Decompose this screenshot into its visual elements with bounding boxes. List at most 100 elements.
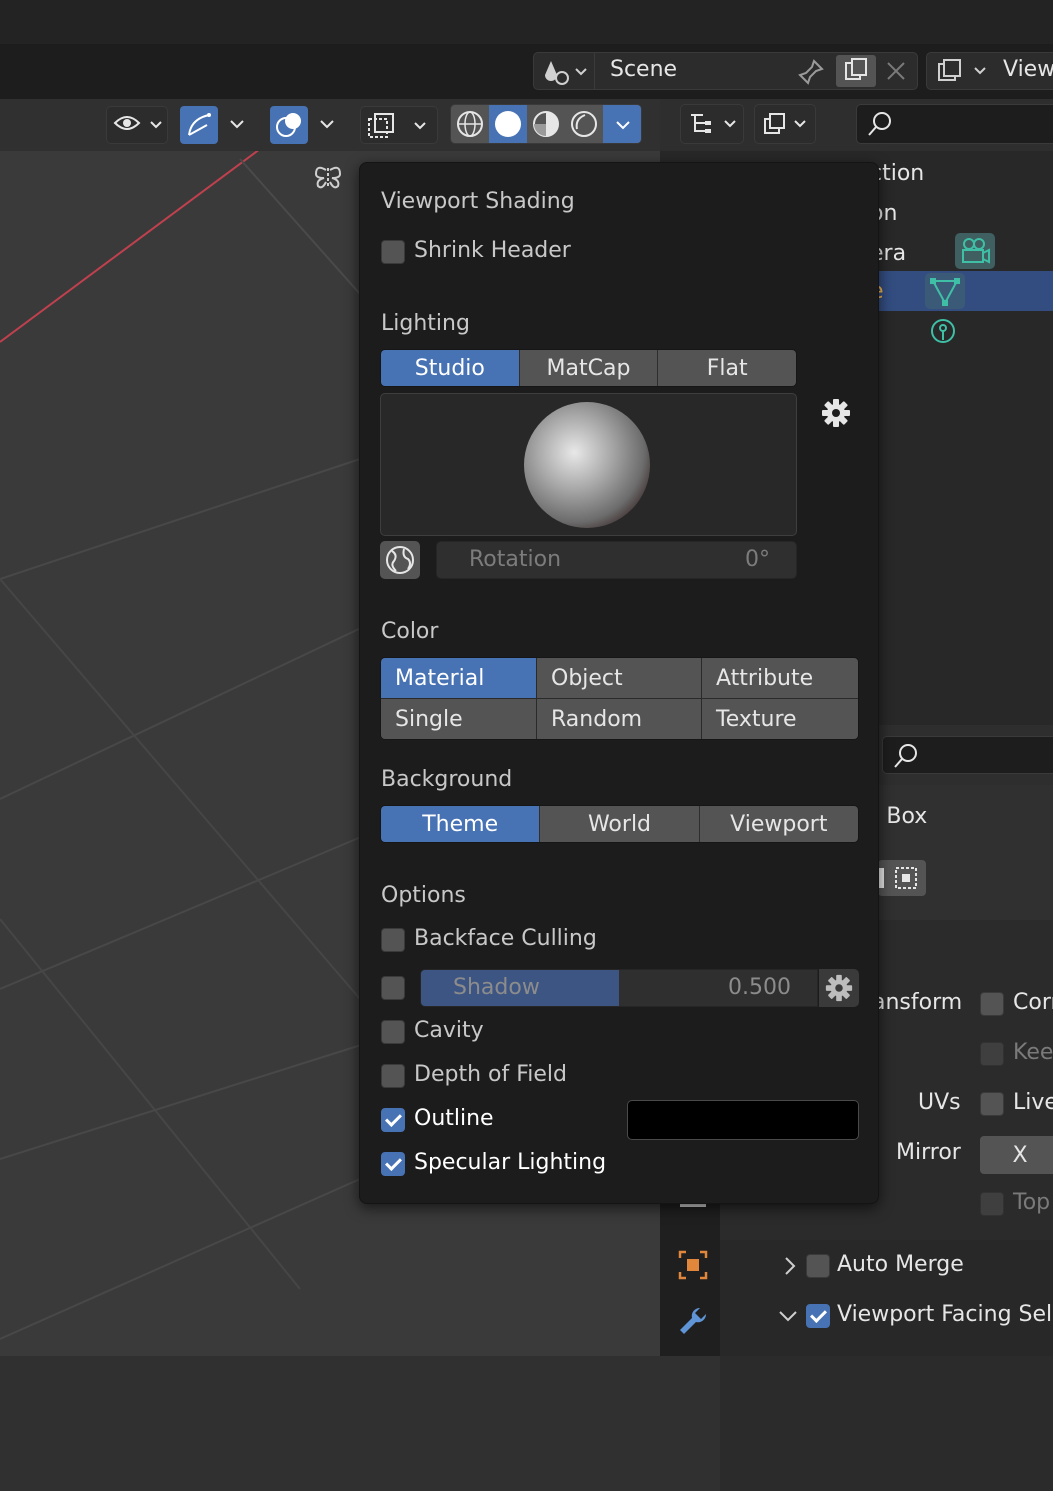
properties-search-input[interactable]	[882, 736, 1053, 774]
background-theme-button[interactable]: Theme	[381, 806, 541, 842]
object-tab-icon[interactable]	[676, 1248, 710, 1282]
mirror-butterfly-icon[interactable]	[312, 162, 344, 192]
background-viewport-button[interactable]: Viewport	[699, 806, 858, 842]
wireframe-shading-button[interactable]	[451, 105, 489, 143]
options-heading: Options	[381, 883, 466, 908]
material-preview-icon	[533, 111, 559, 137]
outliner-tree-icon	[691, 114, 736, 133]
xray-toggle[interactable]	[360, 106, 438, 144]
view-layer-name[interactable]: View	[1003, 57, 1053, 82]
topology-mirror-checkbox[interactable]	[980, 1192, 1004, 1216]
filter-dropdown[interactable]	[754, 104, 816, 144]
chevron-right-icon[interactable]	[780, 1254, 800, 1278]
topology-mirror-label: Top	[1013, 1190, 1051, 1215]
color-heading: Color	[381, 619, 439, 644]
select-box-label: : Box	[872, 804, 928, 829]
studio-light-preferences-gear-icon[interactable]	[820, 397, 852, 429]
depth-of-field-label: Depth of Field	[414, 1062, 567, 1087]
display-mode-dropdown[interactable]	[680, 104, 744, 144]
light-data-icon[interactable]	[928, 316, 958, 348]
mirror-label: Mirror	[896, 1140, 961, 1165]
popover-title: Viewport Shading	[381, 189, 575, 214]
background-heading: Background	[381, 767, 513, 792]
correct-face-checkbox[interactable]	[980, 992, 1004, 1016]
shadow-slider[interactable]: Shadow 0.500	[420, 969, 818, 1007]
scene-name[interactable]: Scene	[610, 57, 677, 82]
chevron-down-icon[interactable]	[776, 1306, 800, 1326]
material-preview-button[interactable]	[527, 105, 565, 143]
world-space-lighting-toggle[interactable]	[380, 541, 420, 579]
scene-selector[interactable]: Scene	[533, 52, 918, 90]
mirror-x-label: X	[1012, 1142, 1028, 1168]
rendered-icon	[571, 111, 597, 137]
lighting-flat-button[interactable]: Flat	[658, 350, 796, 386]
shading-options-dropdown[interactable]	[603, 105, 641, 143]
view-layer-selector[interactable]: View	[926, 52, 1053, 90]
chevron-down-icon	[230, 120, 244, 129]
overlays-dropdown[interactable]	[312, 106, 342, 142]
specular-lighting-checkbox[interactable]	[381, 1152, 405, 1176]
viewport-shading-popover: Viewport Shading Shrink Header Lighting …	[359, 162, 879, 1204]
rotation-value: 0°	[745, 547, 770, 572]
tab-divider	[680, 1204, 706, 1207]
studio-light-preview[interactable]	[380, 393, 797, 536]
lighting-heading: Lighting	[381, 311, 470, 336]
mesh-data-icon[interactable]	[925, 273, 965, 309]
wireframe-icon	[457, 111, 483, 137]
shading-mode-group	[450, 104, 642, 144]
mirror-x-toggle[interactable]: X	[980, 1136, 1053, 1174]
modifier-wrench-icon[interactable]	[676, 1304, 710, 1338]
live-unwrap-label: Live	[1013, 1090, 1053, 1115]
solid-shading-button[interactable]	[489, 105, 527, 143]
lighting-matcap-button[interactable]: MatCap	[519, 350, 659, 386]
color-attribute-button[interactable]: Attribute	[702, 658, 858, 698]
gizmo-toggle-button[interactable]	[180, 106, 218, 144]
outliner-search-input[interactable]	[856, 104, 1053, 144]
viewport-facing-checkbox[interactable]	[806, 1304, 830, 1328]
keep-connected-checkbox[interactable]	[980, 1042, 1004, 1066]
color-texture-button[interactable]: Texture	[702, 699, 858, 739]
keep-connected-label: Kee	[1013, 1040, 1053, 1065]
shadow-value: 0.500	[728, 975, 791, 1000]
studio-sphere-preview-icon	[524, 402, 650, 528]
shadow-settings-gear-icon[interactable]	[819, 969, 859, 1007]
shadow-label: Shadow	[453, 975, 540, 1000]
select-mode-buttons[interactable]	[878, 860, 926, 896]
shrink-header-checkbox[interactable]	[381, 240, 405, 264]
color-type-selector: Material Object Attribute Single Random …	[380, 657, 859, 740]
transform-label: ansform	[872, 990, 963, 1015]
depth-of-field-checkbox[interactable]	[381, 1064, 405, 1088]
search-icon	[868, 112, 891, 136]
filter-layers-icon	[764, 113, 806, 134]
color-random-button[interactable]: Random	[537, 699, 701, 739]
rendered-shading-button[interactable]	[565, 105, 603, 143]
backface-culling-label: Backface Culling	[414, 926, 597, 951]
cavity-checkbox[interactable]	[381, 1020, 405, 1044]
gizmo-icon	[188, 113, 211, 136]
outline-color-swatch[interactable]	[627, 1100, 859, 1140]
visibility-dropdown[interactable]	[106, 106, 168, 144]
backface-culling-checkbox[interactable]	[381, 928, 405, 952]
color-material-button[interactable]: Material	[381, 658, 536, 698]
auto-merge-checkbox[interactable]	[806, 1254, 830, 1278]
overlays-toggle-button[interactable]	[270, 106, 308, 144]
lighting-studio-button[interactable]: Studio	[381, 350, 520, 386]
outline-label: Outline	[414, 1106, 494, 1131]
new-scene-button[interactable]	[836, 55, 876, 87]
color-object-button[interactable]: Object	[537, 658, 701, 698]
world-globe-icon	[386, 546, 414, 574]
pin-icon[interactable]	[796, 57, 826, 87]
shrink-header-label: Shrink Header	[414, 238, 571, 263]
close-icon[interactable]	[882, 57, 910, 85]
solid-sphere-icon	[495, 111, 521, 137]
gizmo-dropdown[interactable]	[222, 106, 252, 142]
color-single-button[interactable]: Single	[381, 699, 536, 739]
background-world-button[interactable]: World	[540, 806, 700, 842]
live-unwrap-checkbox[interactable]	[980, 1092, 1004, 1116]
xray-icon	[368, 113, 426, 138]
camera-data-icon[interactable]	[955, 233, 995, 269]
search-icon	[894, 744, 917, 768]
rotation-slider[interactable]: Rotation 0°	[436, 541, 797, 579]
shadow-checkbox[interactable]	[381, 976, 405, 1000]
outline-checkbox[interactable]	[381, 1108, 405, 1132]
